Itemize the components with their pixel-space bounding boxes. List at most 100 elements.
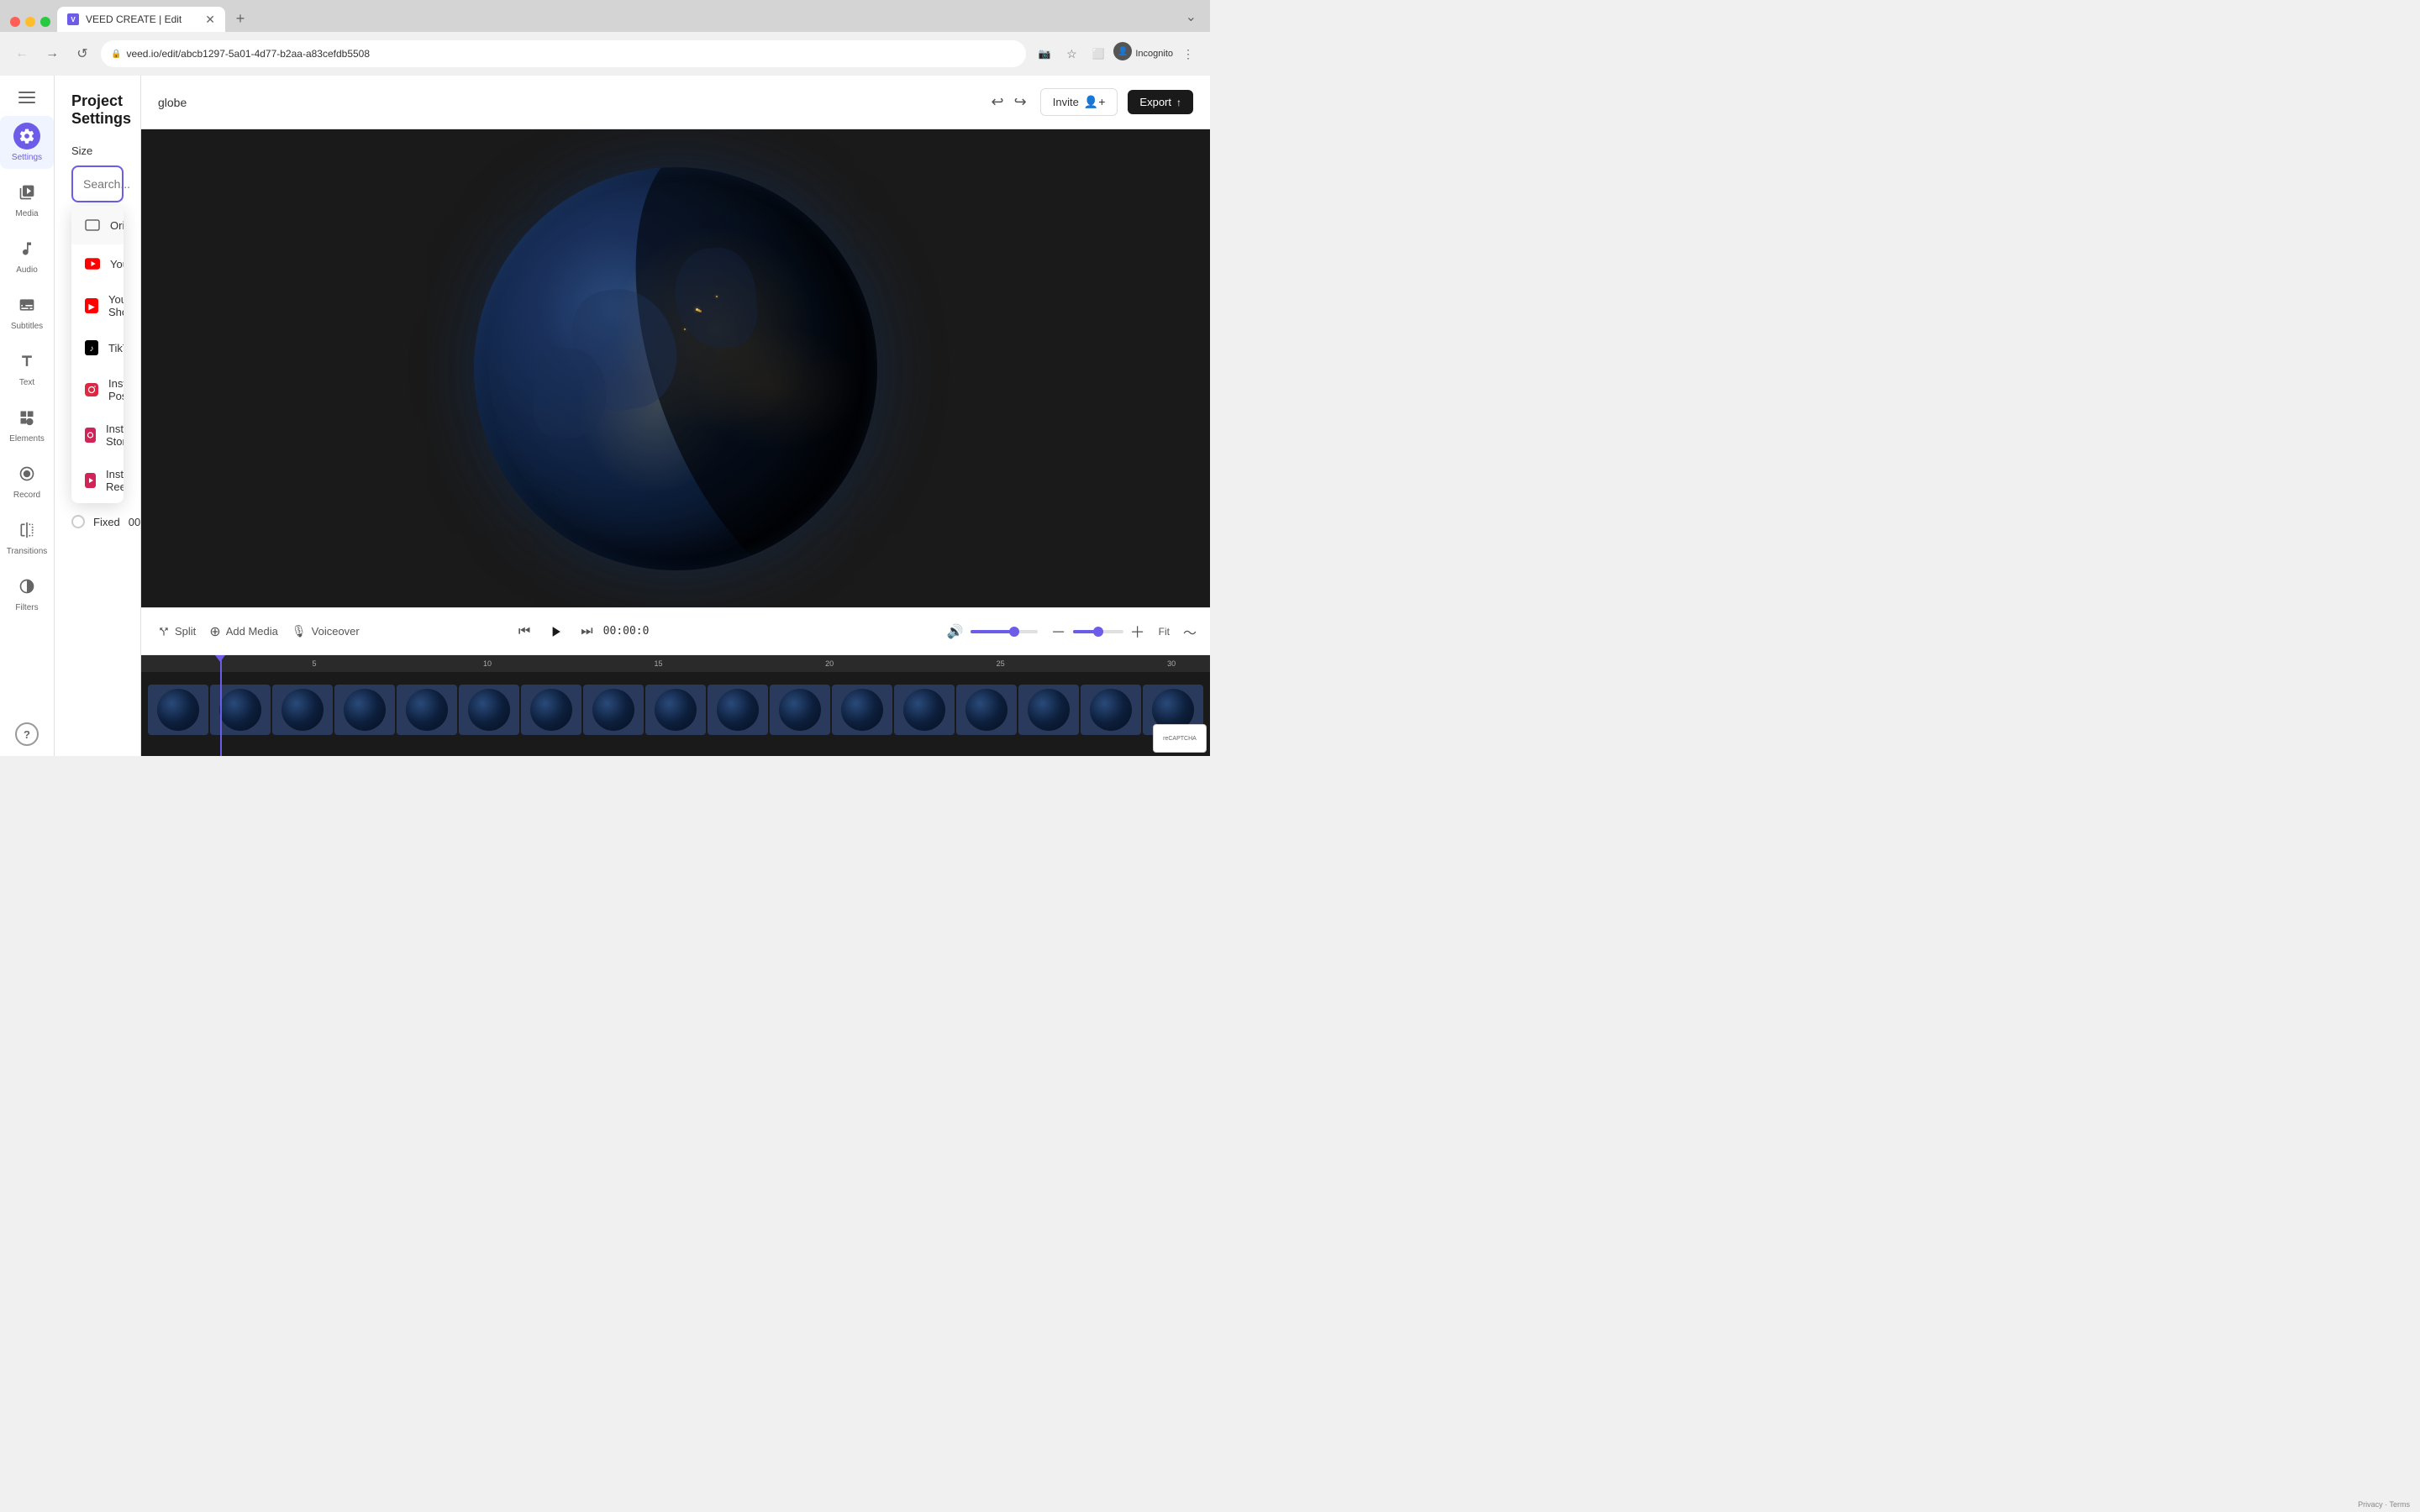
sidebar-item-transitions[interactable]: Transitions bbox=[0, 510, 54, 563]
reload-button[interactable]: ↺ bbox=[71, 42, 94, 66]
timeline-thumb-13[interactable] bbox=[894, 685, 955, 735]
sidebar-item-elements[interactable]: Elements bbox=[0, 397, 54, 450]
timeline-thumb-12[interactable] bbox=[832, 685, 892, 735]
add-media-button[interactable]: ⊕ Add Media bbox=[206, 620, 281, 643]
timeline-thumb-8[interactable] bbox=[583, 685, 644, 735]
zoom-in-button[interactable]: ＋ bbox=[1130, 621, 1145, 643]
back-button[interactable]: ← bbox=[10, 42, 34, 66]
dropdown-item-instagram-story[interactable]: Instagram Story (9:16) bbox=[71, 412, 124, 458]
address-bar[interactable]: 🔒 veed.io/edit/abcb1297-5a01-4d77-b2aa-a… bbox=[101, 40, 1026, 67]
fit-button[interactable]: Fit bbox=[1152, 622, 1176, 641]
timeline-thumb-1[interactable] bbox=[148, 685, 208, 735]
marker-5: 5 bbox=[313, 659, 317, 668]
timeline-thumb-9[interactable] bbox=[645, 685, 706, 735]
bottom-controls: Split ⊕ Add Media 🎙 Voiceover ⏮ bbox=[141, 607, 1210, 756]
playhead-triangle bbox=[215, 655, 225, 662]
forward-button[interactable]: → bbox=[40, 42, 64, 66]
timeline-thumb-2[interactable] bbox=[210, 685, 271, 735]
timeline-thumb-11[interactable] bbox=[770, 685, 830, 735]
search-input-wrapper[interactable]: ▼ bbox=[71, 165, 124, 202]
sidebar-item-subtitles[interactable]: Subtitles bbox=[0, 285, 54, 338]
playhead[interactable] bbox=[220, 655, 222, 756]
sidebar-item-settings[interactable]: Settings bbox=[0, 116, 54, 169]
timeline-thumb-10[interactable] bbox=[708, 685, 768, 735]
timeline-thumb-4[interactable] bbox=[334, 685, 395, 735]
invite-button[interactable]: Invite 👤+ bbox=[1040, 88, 1118, 116]
timeline-thumb-5[interactable] bbox=[397, 685, 457, 735]
more-options-icon[interactable]: ⋮ bbox=[1176, 42, 1200, 66]
sidebar-item-audio[interactable]: Audio bbox=[0, 228, 54, 281]
fast-forward-button[interactable]: ⏭ bbox=[581, 624, 592, 639]
marker-20: 20 bbox=[825, 659, 834, 668]
extensions-icon[interactable]: ⬜ bbox=[1086, 42, 1110, 66]
tab-bar: V VEED CREATE | Edit ✕ + ⌄ bbox=[0, 0, 1210, 32]
volume-icon[interactable]: 🔊 bbox=[947, 623, 964, 640]
app-container: Settings Media Audio Subtitles bbox=[0, 76, 1210, 756]
fixed-radio[interactable] bbox=[71, 515, 85, 528]
dropdown-item-instagram-reel[interactable]: Instagram Reel (9:16) bbox=[71, 458, 124, 503]
fixed-size-option[interactable]: Fixed 00:30.5 bbox=[71, 505, 124, 538]
record-icon bbox=[13, 460, 40, 487]
bookmark-icon[interactable]: ☆ bbox=[1060, 42, 1083, 66]
person-add-icon: 👤+ bbox=[1084, 95, 1106, 109]
youtube-short-icon: ▶ bbox=[85, 297, 98, 315]
sidebar-item-record[interactable]: Record bbox=[0, 454, 54, 507]
timeline-thumb-16[interactable] bbox=[1081, 685, 1141, 735]
top-bar: globe ↩ ↪ Invite 👤+ Export ↑ bbox=[141, 76, 1210, 129]
voiceover-button[interactable]: 🎙 Voiceover bbox=[288, 621, 363, 642]
split-button[interactable]: Split bbox=[155, 622, 199, 641]
rewind-button[interactable]: ⏮ bbox=[518, 624, 530, 639]
tiktok-icon: ♪ bbox=[85, 339, 98, 357]
filters-icon bbox=[13, 573, 40, 600]
tab-close-icon[interactable]: ✕ bbox=[205, 13, 215, 27]
privacy-terms[interactable]: Privacy · Terms bbox=[2358, 1500, 2410, 1509]
recaptcha-widget[interactable]: reCAPTCHA bbox=[1153, 724, 1207, 753]
timeline-thumb-15[interactable] bbox=[1018, 685, 1079, 735]
youtube-short-label: YouTube Short bbox=[108, 293, 124, 318]
undo-button[interactable]: ↩ bbox=[988, 90, 1007, 114]
sidebar-item-media[interactable]: Media bbox=[0, 172, 54, 225]
minimize-window-btn[interactable] bbox=[25, 17, 35, 27]
maximize-window-btn[interactable] bbox=[40, 17, 50, 27]
size-dropdown: ▼ Original (16:9) YouTube bbox=[71, 165, 124, 202]
record-label: Record bbox=[13, 491, 40, 500]
time-display: 00:00:0 bbox=[603, 625, 650, 638]
top-bar-actions: ↩ ↪ Invite 👤+ Export ↑ bbox=[988, 88, 1193, 116]
timeline-thumb-14[interactable] bbox=[956, 685, 1017, 735]
help-button[interactable]: ? bbox=[15, 722, 39, 746]
dropdown-item-original[interactable]: Original (16:9) bbox=[71, 206, 124, 244]
new-tab-button[interactable]: + bbox=[229, 7, 252, 30]
dropdown-item-tiktok[interactable]: ♪ TikTok (9:16) bbox=[71, 328, 124, 367]
zoom-slider[interactable] bbox=[1073, 630, 1123, 633]
sidebar-item-text[interactable]: Text bbox=[0, 341, 54, 394]
hamburger-menu[interactable] bbox=[15, 86, 39, 109]
timeline-thumb-7[interactable] bbox=[521, 685, 581, 735]
earth-glow bbox=[474, 167, 877, 570]
waveform-button[interactable]: 〜 bbox=[1183, 622, 1197, 642]
active-tab[interactable]: V VEED CREATE | Edit ✕ bbox=[57, 7, 225, 32]
redo-button[interactable]: ↪ bbox=[1011, 90, 1030, 114]
instagram-story-icon bbox=[85, 426, 96, 444]
sidebar-item-filters[interactable]: Filters bbox=[0, 566, 54, 619]
media-label: Media bbox=[15, 209, 38, 218]
marker-15: 15 bbox=[655, 659, 663, 668]
text-icon bbox=[13, 348, 40, 375]
dropdown-item-instagram-post[interactable]: Instagram Post (1:1) bbox=[71, 367, 124, 412]
dropdown-item-youtube-short[interactable]: ▶ YouTube Short (9:16) bbox=[71, 283, 124, 328]
timeline-thumb-3[interactable] bbox=[272, 685, 333, 735]
volume-slider[interactable] bbox=[971, 630, 1038, 633]
timeline-thumb-6[interactable] bbox=[459, 685, 519, 735]
marker-10: 10 bbox=[483, 659, 492, 668]
dropdown-item-youtube[interactable]: YouTube (16:9) bbox=[71, 244, 124, 283]
search-input[interactable] bbox=[83, 177, 141, 191]
dropdown-menu: Original (16:9) YouTube (16:9) ▶ Yo bbox=[71, 206, 124, 503]
profile-icon[interactable]: 👤 bbox=[1113, 42, 1132, 60]
zoom-out-button[interactable]: － bbox=[1051, 621, 1066, 643]
more-tabs-icon[interactable]: ⌄ bbox=[1179, 5, 1203, 29]
camera-icon[interactable]: 📷 bbox=[1033, 42, 1056, 66]
playback-center: ⏮ ⏭ 00:00:0 bbox=[518, 617, 650, 647]
export-button[interactable]: Export ↑ bbox=[1128, 90, 1193, 114]
elements-icon bbox=[13, 404, 40, 431]
close-window-btn[interactable] bbox=[10, 17, 20, 27]
play-button[interactable] bbox=[540, 617, 571, 647]
